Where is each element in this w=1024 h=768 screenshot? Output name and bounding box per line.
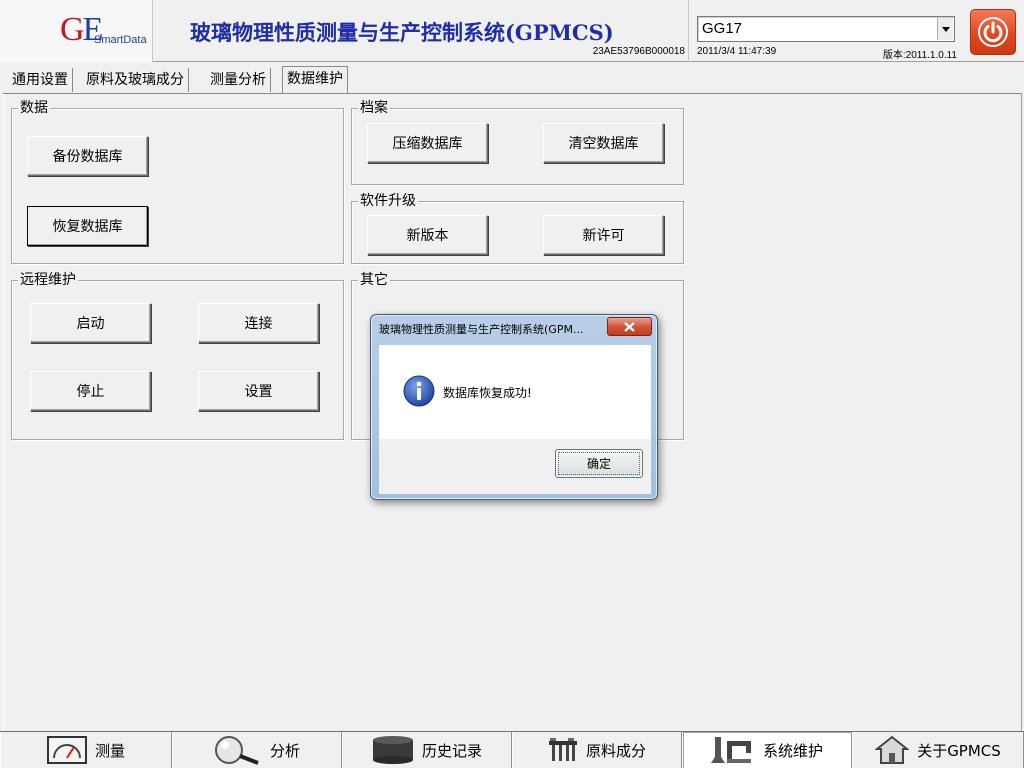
nav-about-label: 关于GPMCS bbox=[917, 741, 1001, 760]
tools-icon bbox=[710, 737, 751, 763]
close-icon bbox=[624, 321, 635, 332]
dialog-close-button[interactable] bbox=[607, 317, 652, 336]
clear-database-button[interactable]: 清空数据库 bbox=[543, 123, 664, 163]
remote-stop-button[interactable]: 停止 bbox=[30, 371, 151, 411]
group-remote-title: 远程维护 bbox=[18, 271, 78, 289]
nav-analysis[interactable]: 分析 bbox=[172, 732, 342, 768]
nav-analysis-label: 分析 bbox=[269, 741, 300, 760]
dialog-ok-button[interactable]: 确定 bbox=[555, 449, 643, 478]
magnifier-icon bbox=[214, 736, 259, 765]
tab-data-maintenance[interactable]: 数据维护 bbox=[282, 66, 348, 93]
dialog-message: 数据库恢复成功! bbox=[443, 386, 532, 400]
group-upgrade-title: 软件升级 bbox=[358, 192, 418, 210]
product-select[interactable]: GG17 bbox=[697, 16, 955, 42]
info-icon bbox=[403, 375, 435, 407]
remote-settings-button[interactable]: 设置 bbox=[198, 371, 319, 411]
gauge-icon bbox=[46, 736, 87, 764]
header-divider bbox=[688, 0, 689, 62]
tab-measurement-analysis[interactable]: 测量分析 bbox=[206, 68, 271, 92]
backup-database-button[interactable]: 备份数据库 bbox=[27, 136, 148, 176]
tab-materials-composition[interactable]: 原料及玻璃成分 bbox=[82, 68, 189, 92]
remote-start-button[interactable]: 启动 bbox=[30, 303, 151, 343]
power-button[interactable] bbox=[970, 9, 1016, 55]
power-icon bbox=[978, 17, 1008, 47]
database-icon bbox=[372, 736, 413, 764]
new-license-button[interactable]: 新许可 bbox=[543, 215, 664, 255]
materials-icon bbox=[548, 738, 577, 761]
nav-measure[interactable]: 测量 bbox=[0, 732, 172, 768]
new-version-button[interactable]: 新版本 bbox=[367, 215, 488, 255]
nav-about[interactable]: 关于GPMCS bbox=[852, 732, 1024, 768]
remote-connect-button[interactable]: 连接 bbox=[198, 303, 319, 343]
nav-history[interactable]: 历史记录 bbox=[342, 732, 512, 768]
group-other-title: 其它 bbox=[358, 271, 390, 289]
version-label: 版本:2011.1.0.11 bbox=[882, 50, 957, 61]
group-data: 数据 备份数据库 恢复数据库 bbox=[11, 99, 344, 264]
datetime-display: 2011/3/4 11:47:39 bbox=[697, 46, 777, 57]
group-archive-title: 档案 bbox=[358, 99, 390, 117]
compress-database-button[interactable]: 压缩数据库 bbox=[367, 123, 488, 163]
nav-measure-label: 测量 bbox=[94, 741, 125, 760]
app-title: 玻璃物理性质测量与生产控制系统(GPMCS) bbox=[190, 20, 614, 45]
dialog-title: 玻璃物理性质测量与生产控制系统(GPM... bbox=[379, 323, 584, 336]
nav-history-label: 历史记录 bbox=[421, 741, 482, 760]
tab-divider bbox=[3, 93, 1022, 94]
group-data-title: 数据 bbox=[18, 99, 50, 117]
nav-materials-label: 原料成分 bbox=[585, 741, 646, 760]
dialog-body: 数据库恢复成功! bbox=[379, 345, 651, 439]
group-software-upgrade: 软件升级 新版本 新许可 bbox=[351, 192, 684, 264]
home-icon bbox=[875, 735, 910, 764]
restore-database-button[interactable]: 恢复数据库 bbox=[27, 206, 148, 246]
dialog-footer: 确定 bbox=[379, 439, 651, 494]
logo: GE SmartData bbox=[0, 0, 153, 62]
logo-subtext: SmartData bbox=[94, 34, 147, 46]
nav-system-maintenance[interactable]: 系统维护 bbox=[682, 732, 852, 768]
group-remote-maintenance: 远程维护 启动 连接 停止 设置 bbox=[11, 271, 344, 440]
serial-number: 23AE53796B000018 bbox=[592, 46, 685, 57]
product-select-value: GG17 bbox=[702, 20, 743, 37]
dropdown-arrow-icon[interactable] bbox=[937, 18, 953, 40]
nav-materials[interactable]: 原料成分 bbox=[512, 732, 682, 768]
message-dialog: 玻璃物理性质测量与生产控制系统(GPM... 数据库恢复成功! 确定 bbox=[370, 314, 658, 500]
tab-general-settings[interactable]: 通用设置 bbox=[8, 68, 73, 92]
nav-system-maintenance-label: 系统维护 bbox=[762, 741, 823, 760]
group-archive: 档案 压缩数据库 清空数据库 bbox=[351, 99, 684, 185]
